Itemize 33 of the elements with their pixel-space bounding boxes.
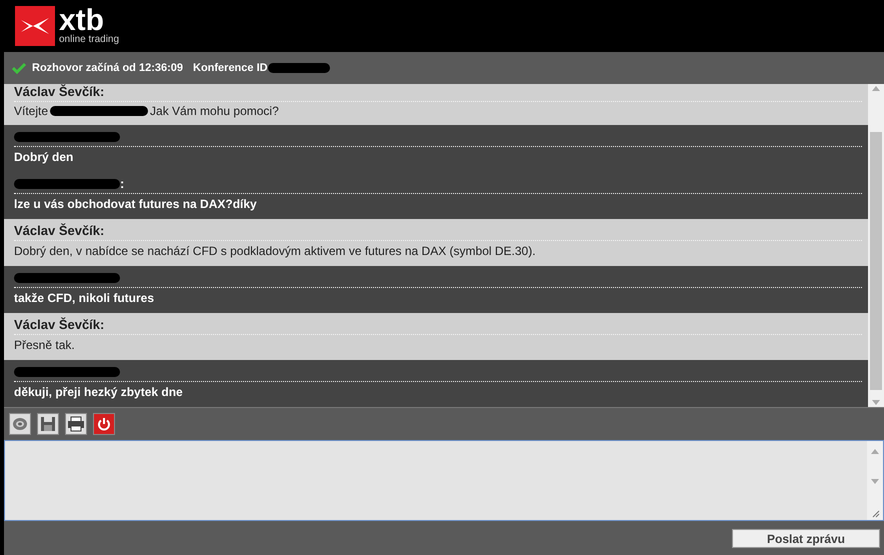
scroll-down-icon[interactable] (871, 478, 879, 484)
sender-name: Václav Ševčík: (14, 84, 104, 102)
message-text: lze u vás obchodovat futures na DAX?díky (14, 196, 257, 213)
conference-id-label: Konference ID (193, 60, 268, 76)
sender-name: Václav Ševčík: (14, 316, 104, 334)
scroll-up-icon[interactable] (871, 449, 879, 454)
message-text: Dobrý den (14, 149, 74, 166)
message-text: Dobrý den, v nabídce se nachází CFD s podkladovým aktivem ve futures na DAX (symbol DE.30). (14, 243, 536, 260)
message-text: Jak Vám mohu pomoci? (150, 103, 279, 120)
speaker-button[interactable] (9, 413, 31, 435)
sender-name: : (120, 175, 124, 194)
chat-start-time: Rozhovor začíná od 12:36:09 (32, 60, 183, 76)
resize-grip-icon[interactable] (870, 508, 880, 518)
sender-name: Václav Ševčík: (14, 222, 104, 240)
message-text: děkuji, přeji hezký zbytek dne (14, 384, 183, 401)
scroll-down-icon[interactable] (872, 400, 880, 405)
logo-wordmark: xtb (59, 7, 104, 35)
power-icon (97, 417, 111, 431)
speaker-icon (12, 417, 28, 431)
xtb-logo-icon (15, 6, 55, 46)
printer-icon (67, 416, 85, 432)
scrollbar[interactable] (868, 84, 884, 407)
message-text: takže CFD, nikoli futures (14, 290, 154, 307)
scroll-up-icon[interactable] (872, 86, 880, 91)
scroll-thumb[interactable] (870, 132, 882, 390)
logo-tagline: online trading (59, 35, 120, 45)
message-text: Vítejte (14, 103, 48, 120)
send-button[interactable]: Poslat zprávu (732, 528, 880, 548)
message-input[interactable] (4, 440, 884, 521)
save-button[interactable] (37, 413, 59, 435)
power-button[interactable] (93, 413, 115, 435)
print-button[interactable] (65, 413, 87, 435)
message-text: Přesně tak. (14, 337, 75, 354)
